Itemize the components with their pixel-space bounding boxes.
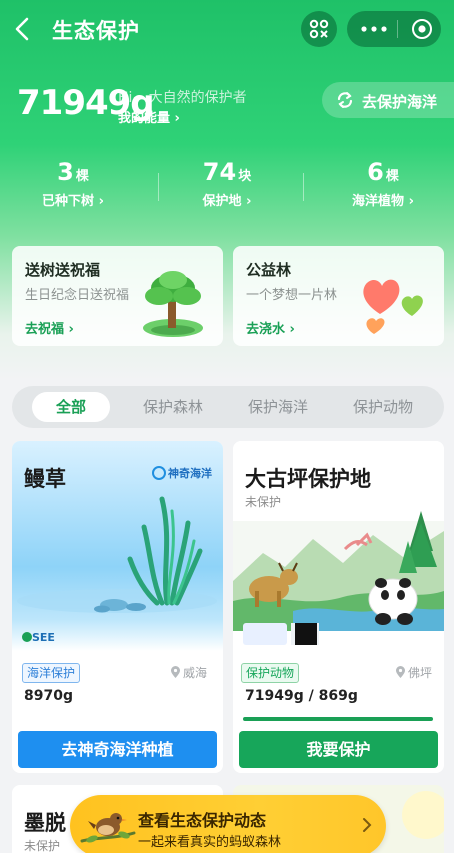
more-icon[interactable] <box>359 21 389 37</box>
brand-label: 神奇海洋 <box>168 467 212 480</box>
tab-forest[interactable]: 保护森林 <box>128 392 218 422</box>
tab-ocean[interactable]: 保护海洋 <box>233 392 323 422</box>
scan-button[interactable] <box>301 11 337 47</box>
gift-tree-card[interactable]: 送树送祝福 生日纪念日送祝福 去祝福 › <box>12 246 223 346</box>
stat-trees-value: 3 <box>57 158 74 186</box>
project-location: 佛坪 <box>395 664 432 681</box>
greeting-text: Hi~ 大自然的保护者 <box>118 90 247 106</box>
public-forest-link[interactable]: 去浇水 › <box>246 318 295 337</box>
gift-tree-link[interactable]: 去祝福 › <box>25 318 74 337</box>
location-label: 威海 <box>183 666 208 680</box>
plant-ocean-button[interactable]: 去神奇海洋种植 <box>18 731 217 768</box>
project-location: 威海 <box>170 664 207 681</box>
protection-progress-bar <box>243 717 433 721</box>
eco-news-banner[interactable]: 查看生态保护动态 一起来看真实的蚂蚁森林 <box>70 795 386 853</box>
chevron-right-icon <box>363 818 372 832</box>
public-forest-title: 公益林 <box>246 261 292 279</box>
org-logo-1 <box>243 623 287 645</box>
location-label: 佛坪 <box>408 666 433 680</box>
public-forest-subtitle: 一个梦想一片林 <box>246 288 338 303</box>
stat-divider <box>303 173 304 201</box>
stat-ocean-unit: 棵 <box>385 169 399 184</box>
gift-tree-subtitle: 生日纪念日送祝福 <box>25 288 130 303</box>
bird-on-branch-icon <box>80 813 136 843</box>
capsule-divider <box>397 20 398 38</box>
stat-land-unit: 块 <box>238 169 252 184</box>
hearts-illustration-icon <box>363 279 423 334</box>
tag-ocean-protection: 海洋保护 <box>22 663 81 683</box>
project-name: 鳗草 <box>24 467 66 491</box>
project-energy-amount: 8970g <box>24 688 73 704</box>
stat-trees-label: 已种下树 › <box>42 194 104 209</box>
brand-shenqi-ocean: 神奇海洋 <box>152 465 212 481</box>
stat-trees[interactable]: 3棵 已种下树 › <box>8 158 138 209</box>
page-title: 生态保护 <box>52 19 140 43</box>
project-name: 大古坪保护地 <box>245 467 371 491</box>
scan-icon <box>309 19 329 39</box>
gift-tree-title: 送树送祝福 <box>25 261 101 279</box>
stat-ocean-value: 6 <box>367 158 384 186</box>
stat-ocean-label: 海洋植物 › <box>352 194 414 209</box>
stat-trees-unit: 棵 <box>75 169 89 184</box>
my-energy-link[interactable]: 我的能量 › <box>118 107 180 126</box>
tab-animals[interactable]: 保护动物 <box>338 392 428 422</box>
public-forest-card[interactable]: 公益林 一个梦想一片林 去浇水 › <box>233 246 444 346</box>
back-button[interactable] <box>8 14 38 44</box>
stat-divider <box>158 173 159 201</box>
banner-subtitle: 一起来看真实的蚂蚁森林 <box>138 835 282 850</box>
location-pin-icon <box>171 666 180 678</box>
org-logo-3 <box>295 623 317 645</box>
protect-ocean-button[interactable]: 去保护海洋 <box>322 82 454 118</box>
stat-protected-land[interactable]: 74 块 保护地 › <box>162 158 292 209</box>
stat-land-label: 保护地 › <box>202 194 252 209</box>
project-card-eelgrass[interactable]: 鳗草 神奇海洋 SEE 海洋保护 威海 8970g 去神奇海洋种植 <box>12 441 223 773</box>
stat-ocean-plants[interactable]: 6棵 海洋植物 › <box>318 158 448 209</box>
nav-bar: 生态保护 <box>0 0 454 60</box>
see-logo-text: SEE <box>32 631 55 644</box>
tree-illustration-icon <box>143 271 203 337</box>
see-logo-icon <box>22 632 32 642</box>
eco-protection-page: 生态保护 71949g Hi~ 大自然的保护者 我的能量 › 去保护海洋 3 棵… <box>0 0 454 853</box>
sun-illustration <box>402 791 444 839</box>
project-status: 未保护 <box>24 839 61 853</box>
brand-icon <box>152 466 166 480</box>
see-logo: SEE <box>22 631 55 644</box>
refresh-icon <box>337 92 353 108</box>
protect-button[interactable]: 我要保护 <box>239 731 438 768</box>
project-name: 墨脱 <box>24 811 66 835</box>
tag-animal-protection: 保护动物 <box>241 663 300 683</box>
chevron-left-icon <box>15 17 29 41</box>
project-energy-amount: 71949g / 869g <box>245 688 358 704</box>
category-tabs: 全部 保护森林 保护海洋 保护动物 <box>12 386 444 428</box>
stat-land-value: 74 <box>202 158 237 186</box>
close-mini-program-icon[interactable] <box>411 18 433 40</box>
project-card-daguping[interactable]: 大古坪保护地 未保护 保护动物 佛坪 71949g / 869g 我要保护 <box>233 441 444 773</box>
protect-ocean-label: 去保护海洋 <box>362 93 438 111</box>
tab-all[interactable]: 全部 <box>32 392 110 422</box>
banner-title: 查看生态保护动态 <box>138 811 267 830</box>
project-status: 未保护 <box>245 495 282 509</box>
mini-program-capsule <box>347 11 441 47</box>
location-pin-icon <box>396 666 405 678</box>
